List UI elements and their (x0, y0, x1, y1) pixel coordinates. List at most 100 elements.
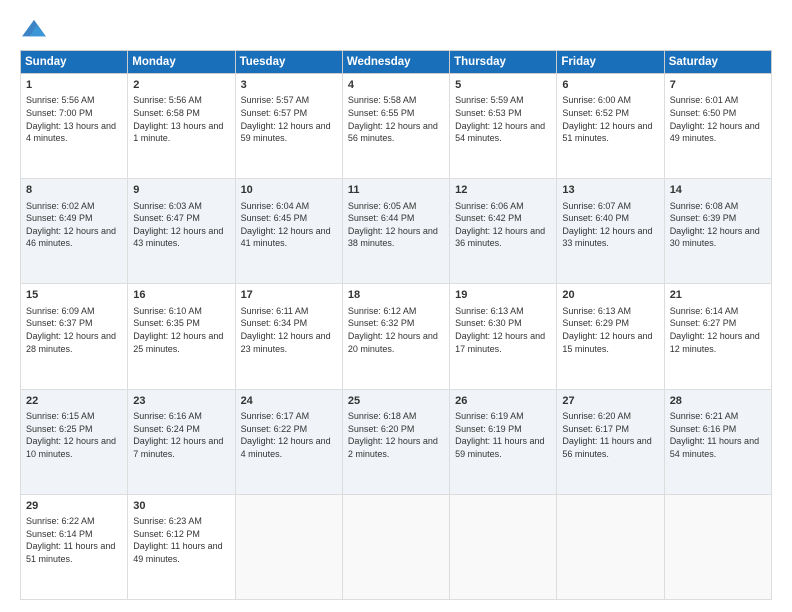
sunrise-line: Sunrise: 6:06 AM (455, 201, 524, 211)
daylight-line: Daylight: 12 hours and 59 minutes. (241, 121, 331, 144)
day-number: 17 (241, 288, 337, 303)
calendar-cell: 22Sunrise: 6:15 AMSunset: 6:25 PMDayligh… (21, 389, 128, 494)
calendar-cell: 10Sunrise: 6:04 AMSunset: 6:45 PMDayligh… (235, 179, 342, 284)
sunrise-line: Sunrise: 6:03 AM (133, 201, 202, 211)
day-number: 27 (562, 394, 658, 409)
page: SundayMondayTuesdayWednesdayThursdayFrid… (0, 0, 792, 612)
calendar-cell: 17Sunrise: 6:11 AMSunset: 6:34 PMDayligh… (235, 284, 342, 389)
daylight-line: Daylight: 11 hours and 49 minutes. (133, 541, 222, 564)
daylight-line: Daylight: 12 hours and 56 minutes. (348, 121, 438, 144)
sunrise-line: Sunrise: 6:11 AM (241, 306, 309, 316)
calendar-cell: 26Sunrise: 6:19 AMSunset: 6:19 PMDayligh… (450, 389, 557, 494)
sunset-line: Sunset: 6:44 PM (348, 213, 415, 223)
daylight-line: Daylight: 12 hours and 49 minutes. (670, 121, 760, 144)
calendar-cell: 14 Sunrise: 6:08 AM Sunset: 6:39 PM Dayligh… (664, 179, 771, 284)
daylight-line: Daylight: 11 hours and 51 minutes. (26, 541, 115, 564)
sunrise-line: Sunrise: 5:57 AM (241, 95, 310, 105)
calendar-cell: 6Sunrise: 6:00 AMSunset: 6:52 PMDaylight… (557, 74, 664, 179)
day-number: 23 (133, 394, 229, 409)
day-number: 13 (562, 183, 658, 198)
calendar-cell: 23Sunrise: 6:16 AMSunset: 6:24 PMDayligh… (128, 389, 235, 494)
sunrise-line: Sunrise: 6:01 AM (670, 95, 739, 105)
calendar-table: SundayMondayTuesdayWednesdayThursdayFrid… (20, 50, 772, 600)
sunrise-line: Sunrise: 5:59 AM (455, 95, 524, 105)
sunrise-line: Sunrise: 6:13 AM (562, 306, 631, 316)
sunset-line: Sunset: 6:24 PM (133, 424, 200, 434)
calendar-cell: 8Sunrise: 6:02 AMSunset: 6:49 PMDaylight… (21, 179, 128, 284)
daylight-line: Daylight: 12 hours and 38 minutes. (348, 226, 438, 249)
daylight-line: Daylight: 12 hours and 15 minutes. (562, 331, 652, 354)
daylight-line: Daylight: 12 hours and 4 minutes. (241, 436, 331, 459)
sunset-line: Sunset: 6:37 PM (26, 318, 93, 328)
sunrise-line: Sunrise: 5:56 AM (133, 95, 202, 105)
sunrise-line: Sunrise: 5:58 AM (348, 95, 417, 105)
daylight-line: Daylight: 12 hours and 33 minutes. (562, 226, 652, 249)
day-number: 18 (348, 288, 444, 303)
day-number: 26 (455, 394, 551, 409)
sunrise-line: Sunrise: 6:13 AM (455, 306, 524, 316)
sunset-line: Sunset: 6:57 PM (241, 108, 308, 118)
sunset-line: Sunset: 6:25 PM (26, 424, 93, 434)
day-number: 15 (26, 288, 122, 303)
sunset-line: Sunset: 6:50 PM (670, 108, 737, 118)
sunrise-line: Sunrise: 6:18 AM (348, 411, 417, 421)
week-row-2: 8Sunrise: 6:02 AMSunset: 6:49 PMDaylight… (21, 179, 772, 284)
calendar-cell: 16Sunrise: 6:10 AMSunset: 6:35 PMDayligh… (128, 284, 235, 389)
day-number: 12 (455, 183, 551, 198)
day-number: 10 (241, 183, 337, 198)
day-number: 9 (133, 183, 229, 198)
daylight-line: Daylight: 13 hours and 4 minutes. (26, 121, 116, 144)
day-number: 1 (26, 78, 122, 93)
week-row-1: 1Sunrise: 5:56 AMSunset: 7:00 PMDaylight… (21, 74, 772, 179)
header (20, 18, 772, 40)
sunrise-line: Sunrise: 6:20 AM (562, 411, 631, 421)
daylight-line: Daylight: 12 hours and 54 minutes. (455, 121, 545, 144)
day-number: 14 (670, 183, 766, 198)
sunset-line: Sunset: 6:52 PM (562, 108, 629, 118)
calendar-cell: 21Sunrise: 6:14 AMSunset: 6:27 PMDayligh… (664, 284, 771, 389)
sunrise-line: Sunrise: 6:00 AM (562, 95, 631, 105)
sunset-line: Sunset: 6:47 PM (133, 213, 200, 223)
calendar-cell: 30Sunrise: 6:23 AMSunset: 6:12 PMDayligh… (128, 494, 235, 599)
day-number: 28 (670, 394, 766, 409)
sunset-line: Sunset: 6:39 PM (670, 213, 737, 223)
sunset-line: Sunset: 6:53 PM (455, 108, 522, 118)
sunset-line: Sunset: 6:55 PM (348, 108, 415, 118)
daylight-line: Daylight: 12 hours and 10 minutes. (26, 436, 116, 459)
sunset-line: Sunset: 6:22 PM (241, 424, 308, 434)
daylight-line: Daylight: 12 hours and 17 minutes. (455, 331, 545, 354)
logo-icon (20, 18, 48, 40)
col-header-wednesday: Wednesday (342, 51, 449, 74)
daylight-line: Daylight: 12 hours and 36 minutes. (455, 226, 545, 249)
calendar-cell: 2Sunrise: 5:56 AMSunset: 6:58 PMDaylight… (128, 74, 235, 179)
daylight-line: Daylight: 12 hours and 28 minutes. (26, 331, 116, 354)
daylight-line: Daylight: 12 hours and 2 minutes. (348, 436, 438, 459)
sunrise-line: Sunrise: 5:56 AM (26, 95, 95, 105)
sunrise-line: Sunrise: 6:19 AM (455, 411, 524, 421)
sunrise-line: Sunrise: 6:14 AM (670, 306, 739, 316)
daylight-line: Daylight: 12 hours and 30 minutes. (670, 226, 760, 249)
sunrise-line: Sunrise: 6:16 AM (133, 411, 202, 421)
sunrise-line: Sunrise: 6:23 AM (133, 516, 202, 526)
sunset-line: Sunset: 6:35 PM (133, 318, 200, 328)
daylight-line: Daylight: 12 hours and 46 minutes. (26, 226, 116, 249)
sunrise-line: Sunrise: 6:08 AM (670, 201, 739, 211)
daylight-line: Daylight: 12 hours and 41 minutes. (241, 226, 331, 249)
calendar-cell: 13Sunrise: 6:07 AMSunset: 6:40 PMDayligh… (557, 179, 664, 284)
sunrise-line: Sunrise: 6:10 AM (133, 306, 202, 316)
calendar-cell: 12Sunrise: 6:06 AMSunset: 6:42 PMDayligh… (450, 179, 557, 284)
sunset-line: Sunset: 6:12 PM (133, 529, 200, 539)
calendar-cell: 9Sunrise: 6:03 AMSunset: 6:47 PMDaylight… (128, 179, 235, 284)
day-number: 3 (241, 78, 337, 93)
sunrise-line: Sunrise: 6:05 AM (348, 201, 417, 211)
calendar-cell (235, 494, 342, 599)
day-number: 7 (670, 78, 766, 93)
day-number: 4 (348, 78, 444, 93)
sunset-line: Sunset: 6:14 PM (26, 529, 93, 539)
calendar-cell: 3 Sunrise: 5:57 AM Sunset: 6:57 PM Daylight… (235, 74, 342, 179)
col-header-tuesday: Tuesday (235, 51, 342, 74)
sunrise-line: Sunrise: 6:22 AM (26, 516, 95, 526)
daylight-line: Daylight: 11 hours and 59 minutes. (455, 436, 544, 459)
calendar-cell (450, 494, 557, 599)
daylight-line: Daylight: 12 hours and 12 minutes. (670, 331, 760, 354)
